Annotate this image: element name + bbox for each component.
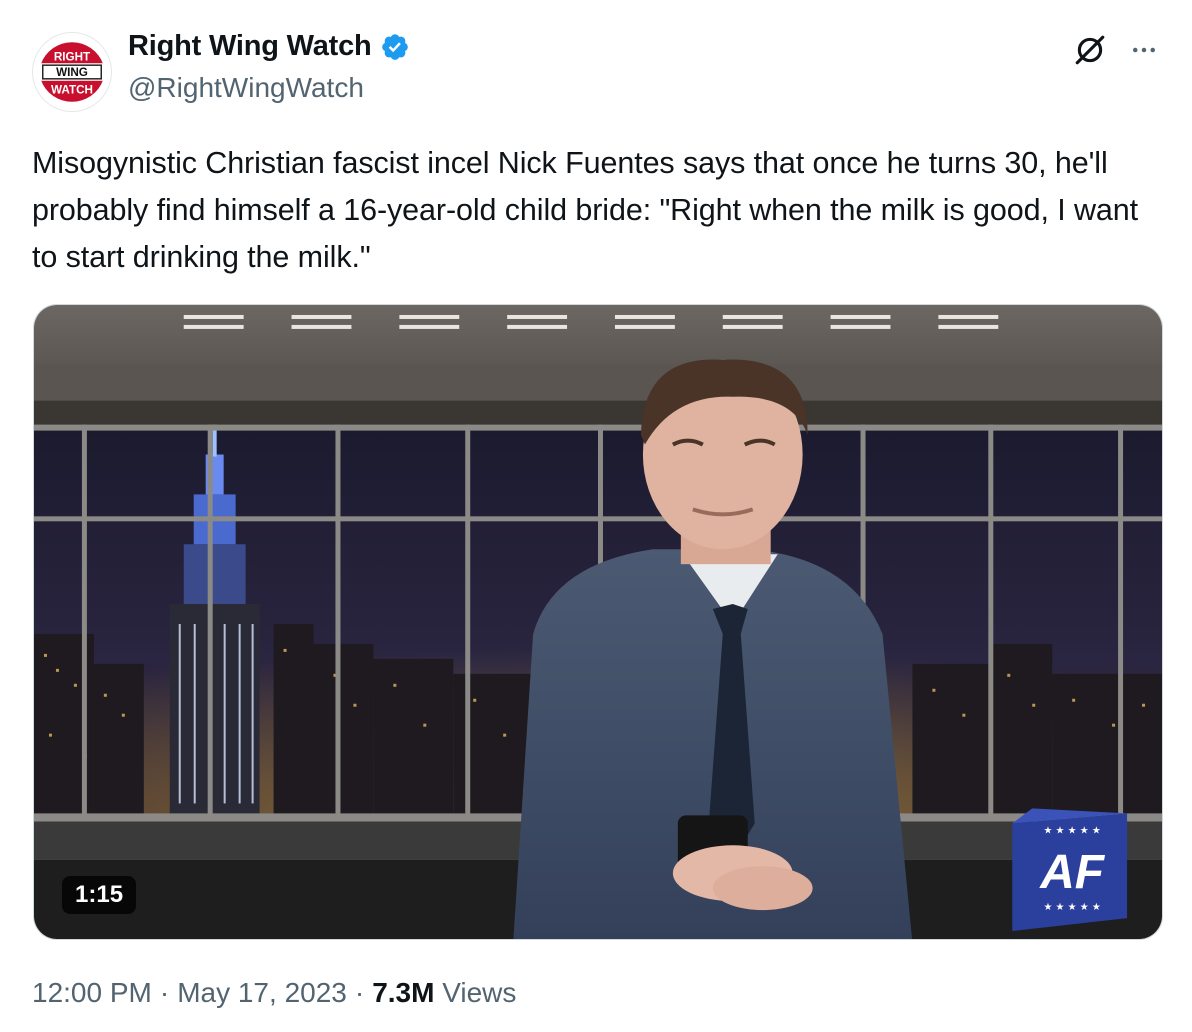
af-watermark: AF ★ ★ ★ ★ ★ ★ ★ ★ ★ ★ — [1012, 808, 1128, 932]
video-player[interactable]: AF ★ ★ ★ ★ ★ ★ ★ ★ ★ ★ 1:15 — [33, 304, 1163, 940]
author-handle[interactable]: @RightWingWatch — [128, 72, 364, 104]
verified-badge-icon[interactable] — [380, 32, 410, 62]
video-thumbnail: AF ★ ★ ★ ★ ★ ★ ★ ★ ★ ★ — [34, 305, 1162, 939]
views-label: Views — [442, 977, 517, 1008]
author-display-name[interactable]: Right Wing Watch — [128, 30, 372, 63]
views-stat[interactable]: 7.3M Views — [372, 977, 516, 1009]
meta-separator: · — [354, 977, 365, 1008]
author-name-row: Right Wing Watch — [128, 30, 410, 63]
tweet-text: Misogynistic Christian fascist incel Nic… — [32, 146, 1138, 274]
svg-text:RIGHT: RIGHT — [54, 50, 91, 63]
avatar[interactable]: RIGHT WING WATCH — [32, 32, 112, 112]
tweet-date[interactable]: May 17, 2023 — [177, 977, 347, 1009]
svg-text:WING: WING — [56, 66, 88, 79]
svg-text:★ ★ ★ ★ ★: ★ ★ ★ ★ ★ — [1043, 825, 1100, 836]
right-wing-watch-logo: RIGHT WING WATCH — [33, 33, 111, 111]
tweet-meta: 12:00 PM · May 17, 2023 · 7.3M Views — [32, 977, 516, 1009]
svg-text:AF: AF — [1039, 846, 1106, 899]
video-duration-badge: 1:15 — [62, 876, 137, 914]
grok-icon[interactable] — [1068, 28, 1112, 72]
more-options-icon[interactable] — [1122, 28, 1166, 72]
meta-separator: · — [159, 977, 170, 1008]
views-count: 7.3M — [372, 977, 435, 1008]
svg-text:WATCH: WATCH — [51, 83, 93, 96]
tweet-time[interactable]: 12:00 PM — [32, 977, 152, 1009]
svg-text:★ ★ ★ ★ ★: ★ ★ ★ ★ ★ — [1043, 902, 1100, 913]
